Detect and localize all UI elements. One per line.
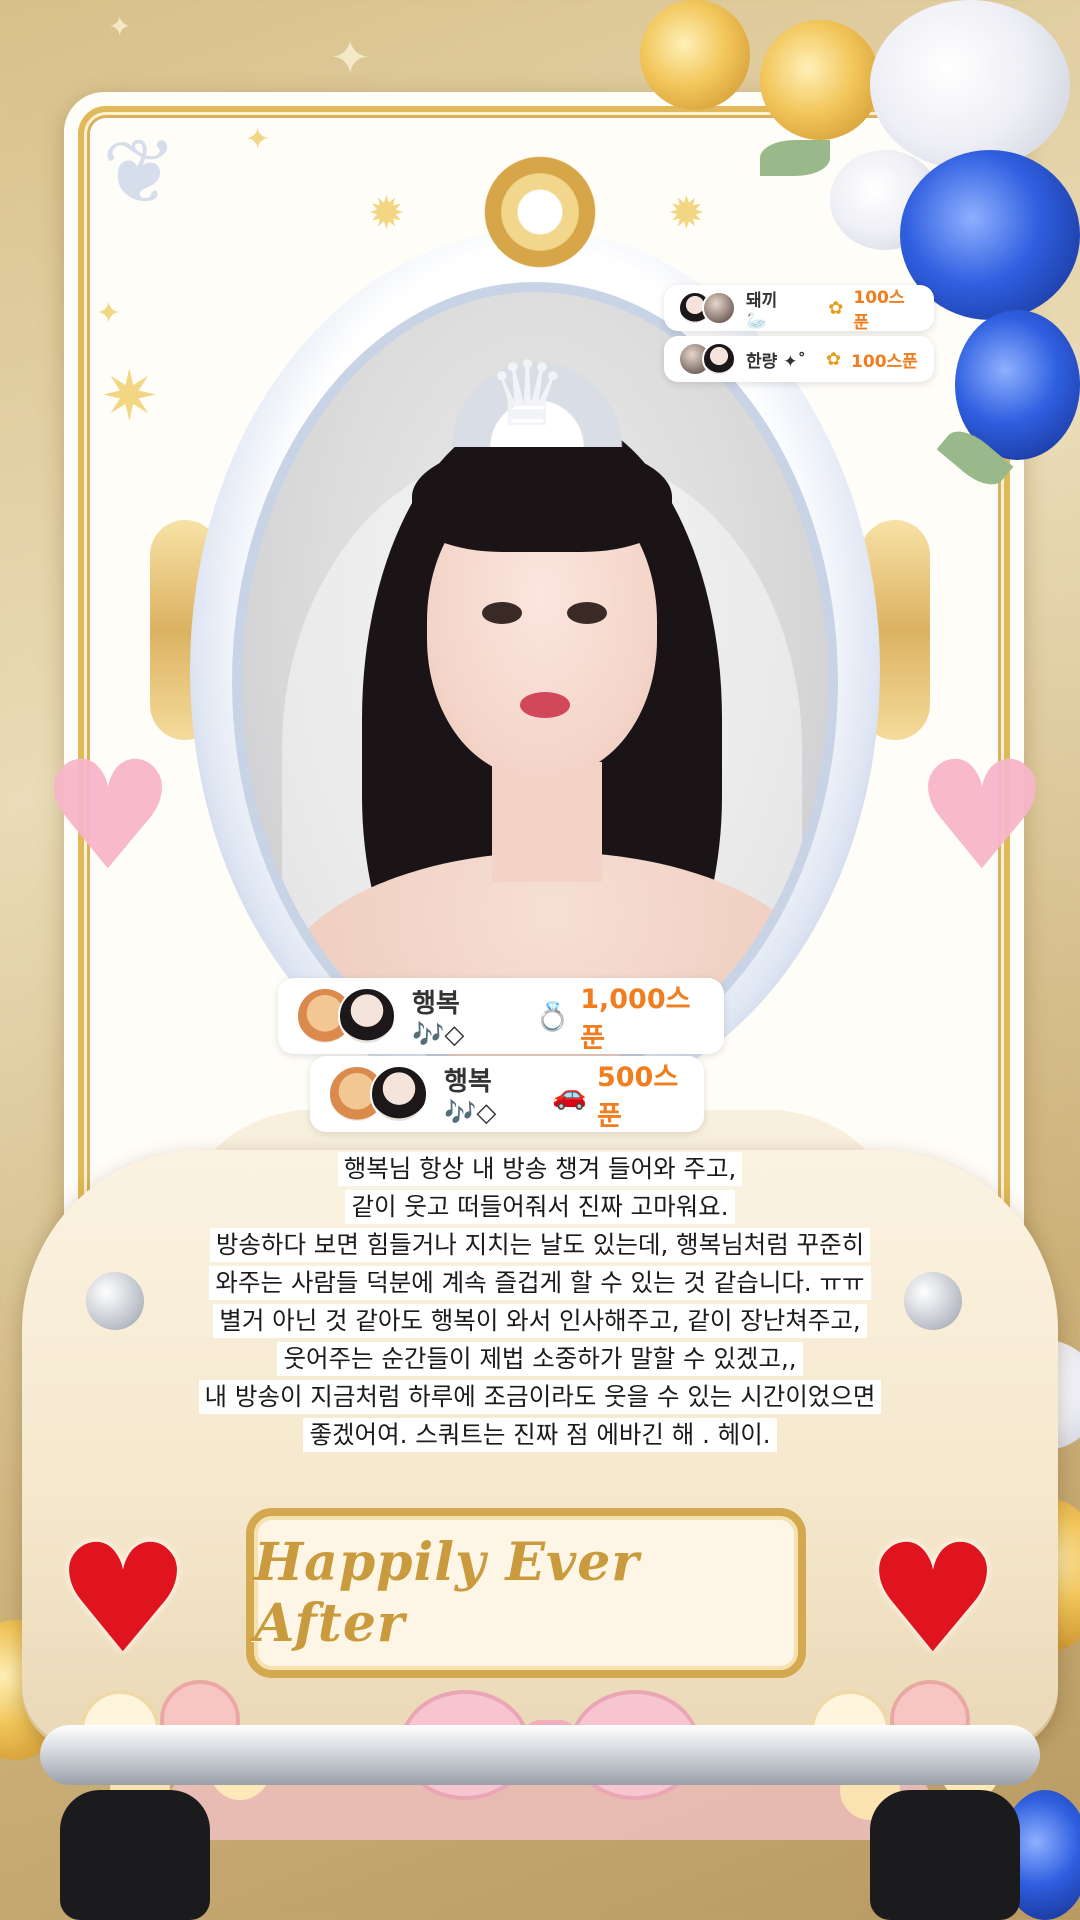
gift-amount: 1,000스푼: [580, 984, 691, 1054]
eye-left: [482, 602, 522, 624]
star-icon: ✷: [100, 355, 159, 437]
message-line: 와주는 사람들 덕분에 계속 즐겁게 할 수 있는 것 같습니다. ㅠㅠ: [209, 1266, 871, 1300]
pink-heart-icon: ♥: [40, 730, 176, 904]
white-rose: [870, 0, 1070, 170]
wedding-car-gift-icon: 🚗: [552, 1077, 587, 1111]
gold-rose: [760, 20, 880, 140]
sparkle-icon: ✦: [330, 30, 371, 86]
eye-right: [567, 602, 607, 624]
sender-name: 행복🎶◇: [444, 1066, 497, 1128]
star-icon: ✹: [368, 188, 405, 239]
avatar: [370, 1065, 428, 1123]
bride-portrait: [242, 292, 828, 1072]
red-heart-headlight-icon: ♥: [865, 1513, 1001, 1687]
message-line: 행복님 항상 내 방송 챙겨 들어와 주고,: [337, 1152, 743, 1186]
red-heart-headlight-icon: ♥: [55, 1513, 191, 1687]
car-bumper: [40, 1725, 1040, 1785]
sender-name: 한량 ✦˚: [746, 351, 806, 372]
lips: [520, 692, 570, 718]
star-icon: ❦: [102, 120, 178, 225]
avatar: [338, 987, 396, 1045]
mirror-crest-ornament: [470, 128, 610, 268]
message-line: 좋겠어여. 스쿼트는 진짜 점 에바긴 해 . 헤이.: [303, 1418, 777, 1452]
message-line: 같이 웃고 떠들어줘서 진짜 고마워요.: [345, 1190, 735, 1224]
plaque-text: Happily Ever After: [254, 1532, 640, 1654]
neck: [492, 762, 602, 882]
star-icon: ✹: [668, 188, 705, 239]
gift-amount: 100스푼: [851, 351, 918, 372]
car-side-mirror: [86, 1272, 144, 1330]
ring-gift-icon: 💍: [535, 999, 571, 1033]
pink-heart-icon: ♥: [914, 730, 1050, 904]
sender-avatars: [328, 1065, 428, 1123]
avatar: [702, 342, 736, 376]
spoon-gift-icon: ✿: [828, 297, 844, 319]
spoon-gift-icon: ✿: [825, 348, 842, 370]
gift-notification[interactable]: 한량 ✦˚ ✿ 100스푼: [664, 336, 934, 382]
sender-name: 행복🎶◇: [412, 988, 465, 1050]
car-wheel: [60, 1790, 210, 1920]
gift-amount: 100스푼: [853, 288, 905, 333]
message-line: 웃어주는 순간들이 제법 소중하가 말할 수 있겠고,,: [277, 1342, 803, 1376]
sender-name: 돼끼 🦢: [746, 290, 778, 331]
sender-avatars: [678, 342, 736, 376]
sparkle-icon: ✦: [108, 10, 132, 43]
gold-rose: [640, 0, 750, 110]
avatar: [702, 291, 736, 325]
car-wheel: [870, 1790, 1020, 1920]
happily-ever-after-plaque: Happily Ever After: [246, 1508, 806, 1678]
gift-notification[interactable]: 행복🎶◇ 💍 1,000스푼: [278, 978, 724, 1054]
gift-notification[interactable]: 행복🎶◇ 🚗 500스푼: [310, 1056, 704, 1132]
tiara: [417, 342, 657, 447]
leaf: [760, 140, 830, 176]
gift-amount: 500스푼: [596, 1062, 679, 1132]
message-line: 내 방송이 지금처럼 하루에 조금이라도 웃을 수 있는 시간이었으면: [198, 1380, 882, 1414]
message-line: 방송하다 보면 힘들거나 지치는 날도 있는데, 행복님처럼 꾸준히: [209, 1228, 871, 1262]
sender-avatars: [296, 987, 396, 1045]
portrait-photo: [232, 282, 838, 1082]
dedication-message: 행복님 항상 내 방송 챙겨 들어와 주고, 같이 웃고 떠들어줘서 진짜 고마…: [140, 1152, 940, 1452]
bangs: [412, 442, 672, 552]
message-line: 별거 아닌 것 같아도 행복이 와서 인사해주고, 같이 장난쳐주고,: [213, 1304, 867, 1338]
gift-notification[interactable]: 돼끼 🦢 ✿ 100스푼: [664, 285, 934, 333]
star-icon: ✦: [96, 296, 122, 331]
star-icon: ✦: [245, 122, 271, 157]
sender-avatars: [678, 291, 736, 325]
